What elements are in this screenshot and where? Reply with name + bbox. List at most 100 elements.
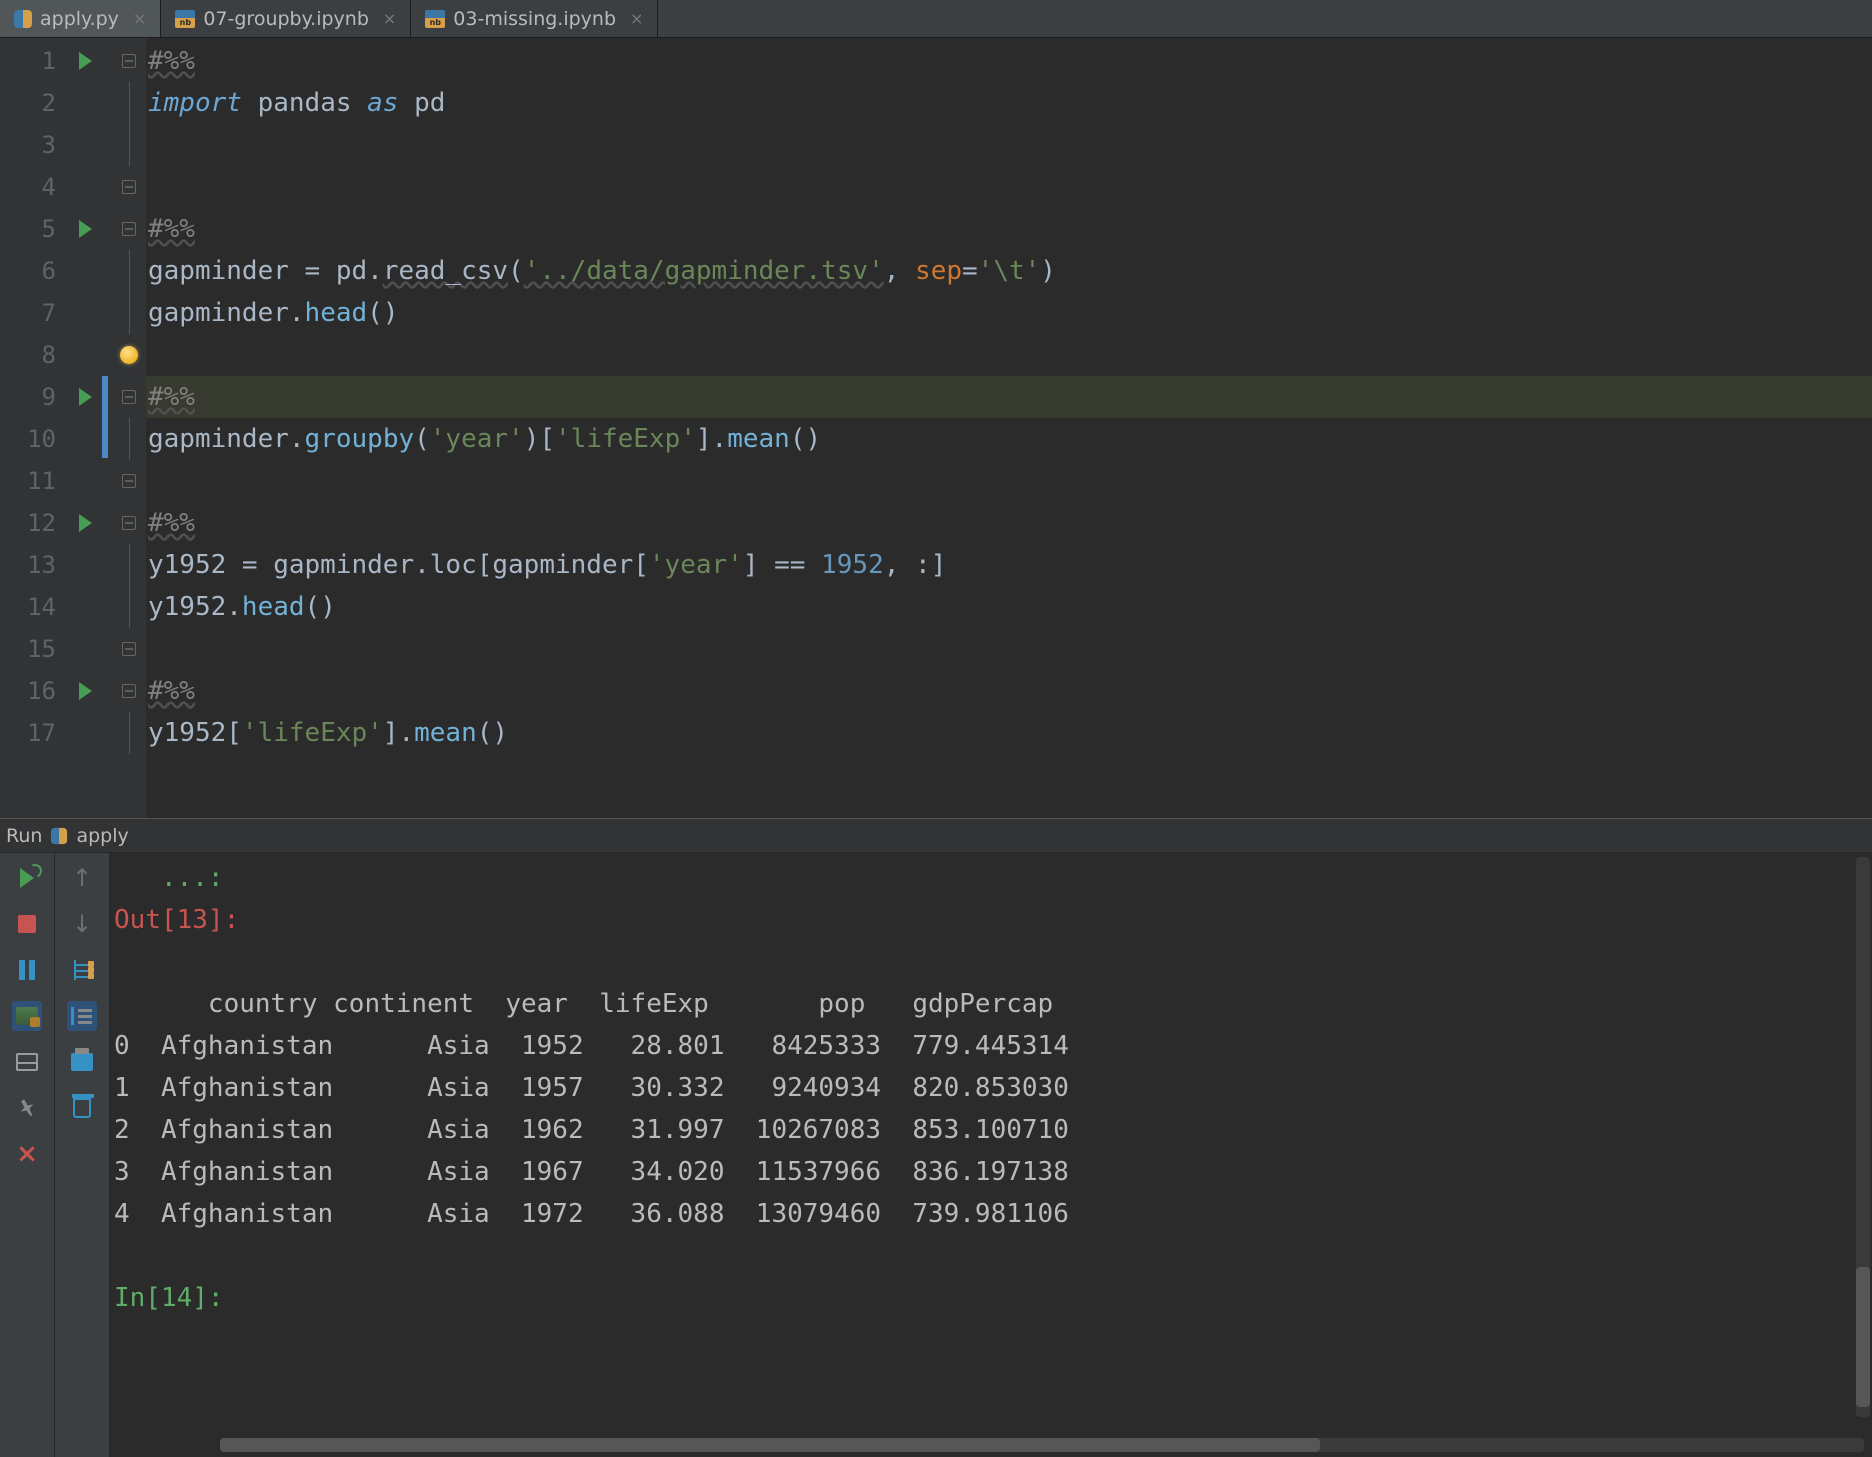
stop-button[interactable] [12, 909, 42, 939]
fold-toggle-icon[interactable] [122, 222, 136, 236]
bracket: ]. [696, 424, 727, 454]
run-cell-icon[interactable] [79, 388, 92, 406]
print-button[interactable] [67, 1047, 97, 1077]
fold-toggle-icon[interactable] [122, 642, 136, 656]
line-number: 11 [0, 460, 68, 502]
table-row: 2 Afghanistan Asia 1962 31.997 10267083 … [114, 1109, 1872, 1151]
comma: , [884, 256, 915, 286]
close-icon[interactable]: × [630, 9, 643, 28]
run-tool-header[interactable]: Run apply [0, 819, 1872, 853]
code-text: y1952 = gapminder.loc[gapminder[ [148, 550, 649, 580]
run-toolbar-secondary: ↑ ↓ [55, 853, 110, 1457]
method-call: mean [727, 424, 790, 454]
table-header: country continent year lifeExp pop gdpPe… [114, 983, 1872, 1025]
soft-wrap-button[interactable] [67, 1001, 97, 1031]
run-cell-icon[interactable] [79, 514, 92, 532]
line-number: 9 [0, 376, 68, 418]
fold-toggle-icon[interactable] [122, 474, 136, 488]
line-number: 12 [0, 502, 68, 544]
run-toolbar-left: × [0, 853, 55, 1457]
code-editor[interactable]: 1 2 3 4 5 6 7 8 9 10 11 12 13 14 15 16 1… [0, 38, 1872, 818]
line-number: 17 [0, 712, 68, 754]
close-panel-button[interactable]: × [12, 1139, 42, 1169]
table-row: 0 Afghanistan Asia 1952 28.801 8425333 7… [114, 1025, 1872, 1067]
code-text: gapminder = pd. [148, 256, 383, 286]
down-button[interactable]: ↓ [67, 909, 97, 939]
number: 1952 [821, 550, 884, 580]
fold-toggle-icon[interactable] [122, 180, 136, 194]
fold-guide [129, 712, 130, 754]
line-number: 1 [0, 40, 68, 82]
run-tool-window: Run apply × ↑ ↓ ...: Out[13]: count [0, 818, 1872, 1457]
tab-label: 07-groupby.ipynb [203, 8, 369, 30]
fold-guide [129, 586, 130, 628]
pause-icon [19, 960, 35, 980]
pause-button[interactable] [12, 955, 42, 985]
console-output[interactable]: ...: Out[13]: country continent year lif… [110, 853, 1872, 1457]
paren: () [477, 718, 508, 748]
scrollbar-thumb[interactable] [220, 1438, 1320, 1452]
line-number: 2 [0, 82, 68, 124]
tab-apply-py[interactable]: apply.py × [0, 0, 161, 37]
horizontal-scrollbar[interactable] [220, 1438, 1864, 1452]
active-cell-indicator [102, 376, 108, 458]
string: '../data/gapminder.tsv' [524, 256, 884, 286]
ident: pandas [242, 88, 367, 118]
tab-03-missing[interactable]: nb 03-missing.ipynb × [411, 0, 658, 37]
clear-button[interactable] [67, 1093, 97, 1123]
fold-toggle-icon[interactable] [122, 54, 136, 68]
run-cell-gutter [68, 38, 102, 818]
layout-button[interactable] [12, 1047, 42, 1077]
scrollbar-thumb[interactable] [1856, 1267, 1870, 1407]
fold-toggle-icon[interactable] [122, 684, 136, 698]
python-file-icon [51, 827, 67, 843]
close-icon: × [16, 1141, 38, 1167]
stop-icon [18, 915, 36, 933]
run-tool-title: Run [6, 825, 42, 847]
paren: () [305, 592, 336, 622]
op: ] == [743, 550, 821, 580]
method-call: groupby [305, 424, 415, 454]
code-text: gapminder. [148, 424, 305, 454]
run-cell-icon[interactable] [79, 220, 92, 238]
pin-button[interactable] [12, 1093, 42, 1123]
line-number: 8 [0, 334, 68, 376]
fold-guide [129, 82, 130, 124]
console-prompt: ...: [114, 863, 239, 893]
up-button[interactable]: ↑ [67, 863, 97, 893]
run-cell-icon[interactable] [79, 682, 92, 700]
notebook-file-icon: nb [425, 10, 445, 28]
cell-marker: #%% [148, 214, 195, 244]
fold-guide [129, 544, 130, 586]
method-call: head [305, 298, 368, 328]
code-area[interactable]: #%% import pandas as pd #%% gapminder = … [146, 38, 1872, 818]
table-row: 3 Afghanistan Asia 1967 34.020 11537966 … [114, 1151, 1872, 1193]
bracket: )[ [524, 424, 555, 454]
code-text: y1952[ [148, 718, 242, 748]
console-blank [114, 941, 1872, 983]
rerun-button[interactable] [12, 863, 42, 893]
tab-07-groupby[interactable]: nb 07-groupby.ipynb × [161, 0, 411, 37]
close-icon[interactable]: × [383, 9, 396, 28]
vertical-scrollbar[interactable] [1856, 857, 1870, 1417]
blank-line [146, 628, 1872, 670]
paren: () [790, 424, 821, 454]
close-icon[interactable]: × [133, 9, 146, 28]
structure-button[interactable] [67, 955, 97, 985]
run-config-name: apply [76, 825, 128, 847]
func-call: read_csv [383, 256, 508, 286]
line-number: 4 [0, 166, 68, 208]
fold-guide [129, 250, 130, 292]
line-number: 7 [0, 292, 68, 334]
tree-icon [71, 960, 93, 980]
tab-label: 03-missing.ipynb [453, 8, 616, 30]
intention-bulb-icon[interactable] [120, 346, 138, 364]
bracket: , :] [884, 550, 947, 580]
soft-wrap-icon [71, 1007, 93, 1025]
attach-button[interactable] [12, 1001, 42, 1031]
fold-toggle-icon[interactable] [122, 516, 136, 530]
paren: ( [508, 256, 524, 286]
fold-toggle-icon[interactable] [122, 390, 136, 404]
console-in-prompt: In[14]: [114, 1283, 239, 1313]
run-cell-icon[interactable] [79, 52, 92, 70]
